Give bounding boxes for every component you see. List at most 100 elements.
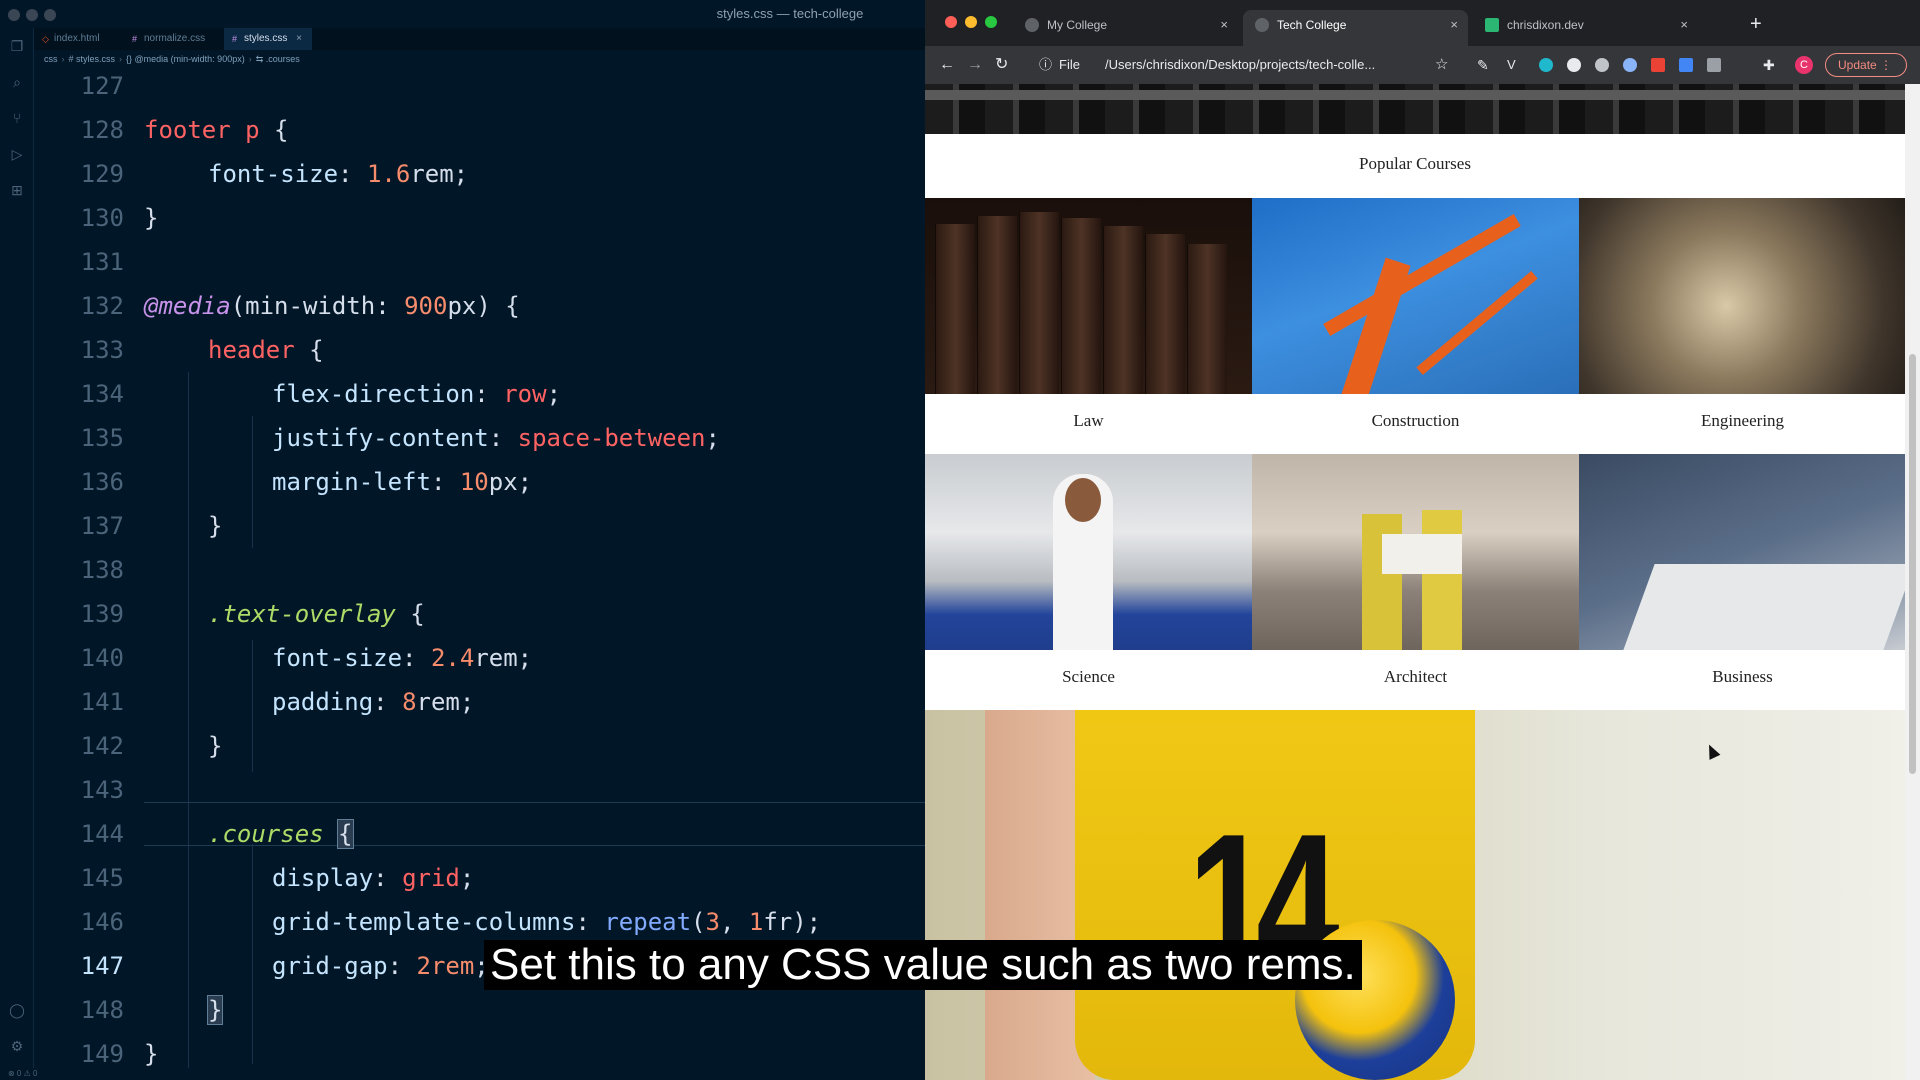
page-scrollbar[interactable] [1905,84,1920,1080]
course-card-engineering[interactable]: Engineering [1579,198,1905,454]
scheme-label: File [1059,57,1080,72]
css-property: font-size [208,160,339,188]
editor-titlebar: styles.css — tech-college [0,0,925,28]
css-number: 2.4 [430,644,475,672]
line-number: 134 [80,380,124,408]
account-icon[interactable]: ◯ [9,1002,25,1018]
extension-icon[interactable] [1651,58,1665,72]
new-tab-button[interactable]: + [1750,12,1762,36]
minimize-window-icon[interactable] [965,16,977,28]
line-number: 127 [80,72,124,100]
extension-icon[interactable] [1707,58,1721,72]
extension-icon[interactable] [1567,58,1581,72]
settings-gear-icon[interactable]: ⚙ [9,1038,25,1054]
puzzle-extensions-icon[interactable]: ✚ [1763,53,1775,77]
source-control-icon[interactable]: ⑂ [9,110,25,126]
extension-icon[interactable] [1623,58,1637,72]
code-line: 132 @media(min-width: 900px) { [34,284,925,328]
code-line: 139 .text-overlay { [34,592,925,636]
breadcrumb-item[interactable]: ⇆ .courses [256,54,300,64]
breadcrumb-item[interactable]: # styles.css [69,54,116,64]
zoom-window-icon[interactable] [985,16,997,28]
construction-crane-image [1252,198,1579,394]
extension-icon[interactable] [1539,58,1553,72]
course-card-architect[interactable]: Architect [1252,454,1579,710]
code-line: 136 margin-left: 10px; [34,460,925,504]
url-text[interactable]: /Users/chrisdixon/Desktop/projects/tech-… [1105,52,1375,78]
code-line: 127 [34,64,925,108]
architect-site-image [1252,454,1579,650]
line-number: 136 [80,468,124,496]
search-icon[interactable]: ⌕ [9,74,25,90]
css-property: margin-left [272,468,431,496]
course-label: Construction [1371,411,1460,430]
close-window-icon[interactable] [945,16,957,28]
close-tab-icon[interactable]: × [1450,10,1458,40]
address-bar[interactable]: ⓘ File /Users/chrisdixon/Desktop/project… [1037,52,1427,78]
update-button[interactable]: Update ⋮ [1825,53,1907,77]
code-punct: : [387,952,417,980]
info-icon[interactable]: ⓘ [1039,52,1052,78]
browser-tab-my-college[interactable]: My College × [1013,10,1238,46]
code-punct: { [395,600,425,628]
close-tab-icon[interactable]: × [1220,10,1228,40]
extension-icon[interactable] [1595,58,1609,72]
browser-tabstrip: My College × Tech College × chrisdixon.d… [925,0,1920,46]
run-debug-icon[interactable]: ▷ [9,146,25,162]
code-punct: ); [792,908,822,936]
scrollbar-thumb[interactable] [1909,354,1916,774]
status-bar[interactable]: ⊗ 0 ⚠ 0 [0,1068,925,1080]
course-label: Architect [1383,667,1448,686]
css-value: row [503,380,547,408]
code-line: 131 [34,240,925,284]
code-punct: ; [517,468,533,496]
forward-icon[interactable]: → [967,53,983,77]
css-number: 1 [748,908,764,936]
close-tab-icon[interactable]: × [1680,10,1688,40]
css-property: grid-template-columns [272,908,576,936]
reload-icon[interactable]: ↻ [995,53,1008,77]
css-number: 8 [402,688,417,716]
bookmark-star-icon[interactable]: ☆ [1435,53,1448,77]
extension-icon[interactable] [1679,58,1693,72]
css-property: font-size [272,644,403,672]
hero-image-volleyball: 14 [925,710,1905,1080]
course-card-business[interactable]: Business [1579,454,1905,710]
close-tab-icon[interactable]: × [296,33,302,44]
css-class-selector: .courses [208,820,324,848]
line-number: 130 [80,204,124,232]
explorer-icon[interactable]: ❐ [9,38,25,54]
course-card-construction[interactable]: Construction [1252,198,1579,454]
tab-label: normalize.css [144,33,206,44]
code-punct: } [208,512,223,540]
css-value: space-between [517,424,706,452]
browser-tab-chrisdixon[interactable]: chrisdixon.dev × [1473,10,1698,46]
breadcrumb-item[interactable]: css [44,54,58,64]
tab-index-html[interactable]: ◇ index.html [34,28,110,50]
line-number: 128 [80,116,124,144]
business-signing-image [1579,454,1905,650]
css-number: 1.6 [366,160,411,188]
css-property: grid-gap [272,952,388,980]
tab-normalize-css[interactable]: # normalize.css [124,28,215,50]
html-file-icon: ◇ [42,34,49,44]
back-icon[interactable]: ← [939,53,955,77]
browser-tab-tech-college[interactable]: Tech College × [1243,10,1468,46]
avatar[interactable]: C [1795,56,1813,74]
course-card-science[interactable]: Science [925,454,1252,710]
browser-tab-label: My College [1047,18,1108,32]
course-card-law[interactable]: Law [925,198,1252,454]
tab-styles-css[interactable]: # styles.css × [224,28,312,50]
browser-tab-label: Tech College [1277,18,1347,32]
code-punct: ) { [476,292,520,320]
breadcrumb-item[interactable]: {} @media (min-width: 900px) [126,54,245,64]
globe-icon [1025,18,1039,32]
vue-extension-icon[interactable]: V [1507,53,1516,77]
extensions-icon[interactable]: ⊞ [9,182,25,198]
course-label: Engineering [1700,411,1785,430]
code-line: 146 grid-template-columns: repeat(3, 1fr… [34,900,925,944]
code-line: 129 font-size: 1.6rem; [34,152,925,196]
code-line: 134 flex-direction: row; [34,372,925,416]
matched-bracket: } [206,995,224,1025]
pencil-extension-icon[interactable]: ✎ [1477,53,1489,77]
